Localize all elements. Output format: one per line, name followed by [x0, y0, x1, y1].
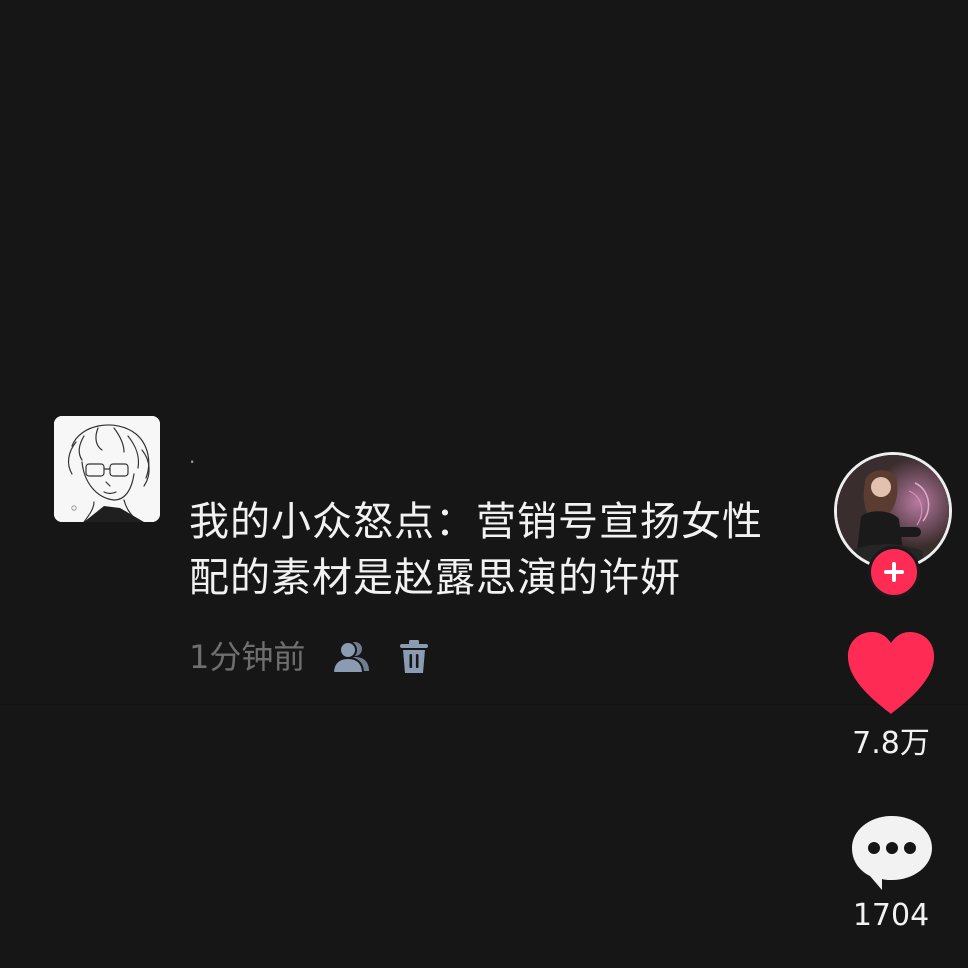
- anime-avatar-icon: [54, 416, 160, 522]
- comment-screen: · 我的小众怒点：营销号宣扬女性 配的素材是赵露思演的许妍 1分钟前 7.8万 …: [0, 0, 968, 968]
- comment-author-avatar[interactable]: [54, 416, 160, 522]
- comment-count: 1704: [852, 898, 930, 933]
- plus-icon: [884, 562, 904, 582]
- comment-button[interactable]: [848, 812, 936, 892]
- comment-meta-row: 1分钟前: [189, 634, 429, 680]
- comment-username[interactable]: ·: [189, 450, 195, 474]
- like-button[interactable]: [843, 628, 939, 718]
- comment-text-line: 配的素材是赵露思演的许妍: [189, 555, 681, 601]
- heart-icon: [847, 632, 935, 714]
- comment-text: 我的小众怒点：营销号宣扬女性 配的素材是赵露思演的许妍: [189, 494, 839, 606]
- follow-button[interactable]: [868, 546, 920, 598]
- like-count: 7.8万: [852, 726, 930, 761]
- comment-text-line: 我的小众怒点：营销号宣扬女性: [189, 499, 763, 545]
- trash-icon[interactable]: [399, 639, 429, 675]
- chat-bubble-icon: [852, 816, 932, 890]
- visibility-friends-icon[interactable]: [331, 639, 373, 675]
- divider: [0, 704, 968, 707]
- comment-timestamp: 1分钟前: [189, 638, 306, 676]
